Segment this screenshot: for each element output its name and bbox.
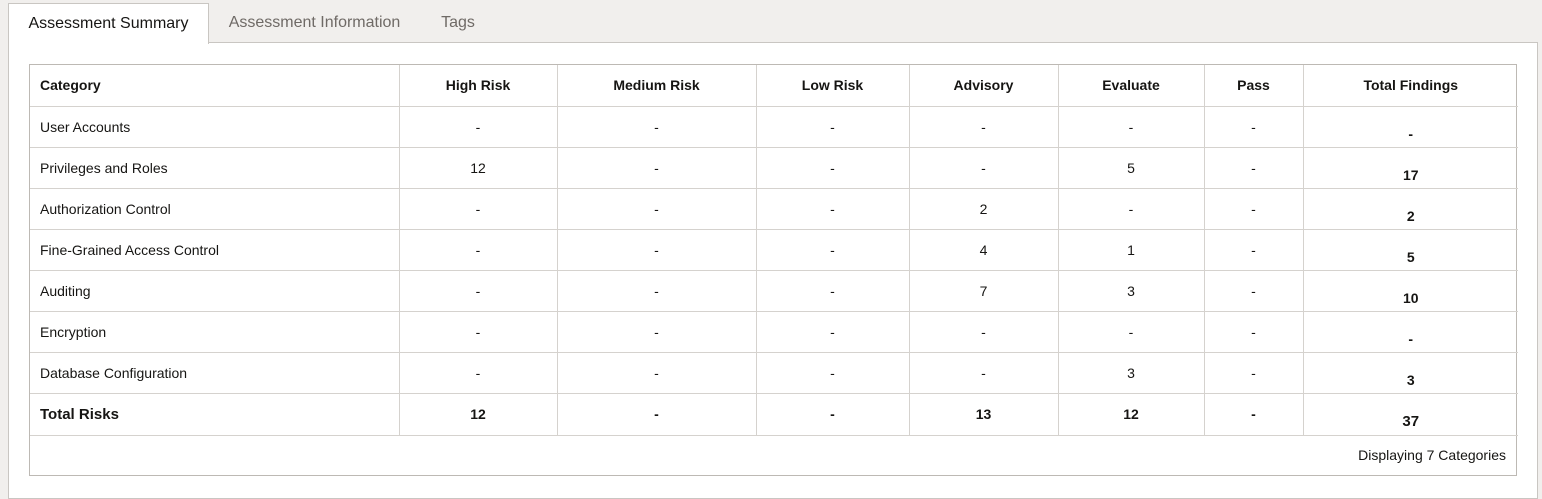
advisory-cell: - (908, 311, 1058, 353)
table-row[interactable]: User Accounts - - - - - - - (30, 106, 1518, 148)
total-evaluate: 12 (1057, 393, 1204, 436)
total-findings-cell: 5 (1302, 229, 1518, 271)
advisory-cell: 4 (908, 229, 1058, 271)
low-risk-cell: - (755, 106, 909, 148)
medium-risk-cell: - (556, 147, 756, 189)
low-risk-cell: - (755, 147, 909, 189)
medium-risk-cell: - (556, 106, 756, 148)
total-findings-cell: 10 (1302, 270, 1518, 312)
pass-cell: - (1203, 147, 1303, 189)
total-findings-cell: - (1302, 311, 1518, 353)
category-cell: Authorization Control (30, 188, 399, 230)
pass-cell: - (1203, 188, 1303, 230)
table-row[interactable]: Authorization Control - - - 2 - - 2 (30, 188, 1518, 230)
column-header-high-risk[interactable]: High Risk (398, 65, 557, 107)
high-risk-cell: - (398, 188, 557, 230)
tab-bar: Assessment Summary Assessment Informatio… (0, 0, 1542, 44)
evaluate-cell: - (1057, 188, 1204, 230)
total-low-risk: - (755, 393, 909, 436)
pass-cell: - (1203, 352, 1303, 394)
pass-cell: - (1203, 229, 1303, 271)
category-cell: User Accounts (30, 106, 399, 148)
total-pass: - (1203, 393, 1303, 436)
advisory-cell: - (908, 352, 1058, 394)
category-cell: Privileges and Roles (30, 147, 399, 189)
category-cell: Encryption (30, 311, 399, 353)
low-risk-cell: - (755, 352, 909, 394)
medium-risk-cell: - (556, 352, 756, 394)
column-header-low-risk[interactable]: Low Risk (755, 65, 909, 107)
high-risk-cell: - (398, 106, 557, 148)
pass-cell: - (1203, 270, 1303, 312)
high-risk-cell: - (398, 311, 557, 353)
medium-risk-cell: - (556, 311, 756, 353)
table-row[interactable]: Auditing - - - 7 3 - 10 (30, 270, 1518, 312)
medium-risk-cell: - (556, 188, 756, 230)
table-header-row: Category High Risk Medium Risk Low Risk … (30, 65, 1518, 107)
column-header-category[interactable]: Category (30, 65, 399, 107)
evaluate-cell: 1 (1057, 229, 1204, 271)
total-risks-row: Total Risks 12 - - 13 12 - 37 (30, 393, 1518, 436)
low-risk-cell: - (755, 311, 909, 353)
advisory-cell: 2 (908, 188, 1058, 230)
pass-cell: - (1203, 106, 1303, 148)
column-header-total-findings[interactable]: Total Findings (1302, 65, 1518, 107)
total-risks-label: Total Risks (30, 393, 399, 436)
column-header-pass[interactable]: Pass (1203, 65, 1303, 107)
table-row[interactable]: Fine-Grained Access Control - - - 4 1 - … (30, 229, 1518, 271)
total-findings-cell: 17 (1302, 147, 1518, 189)
evaluate-cell: - (1057, 106, 1204, 148)
grand-total-findings: 37 (1302, 393, 1518, 436)
total-medium-risk: - (556, 393, 756, 436)
total-advisory: 13 (908, 393, 1058, 436)
assessment-summary-panel: Category High Risk Medium Risk Low Risk … (8, 42, 1538, 499)
evaluate-cell: - (1057, 311, 1204, 353)
advisory-cell: - (908, 147, 1058, 189)
column-header-evaluate[interactable]: Evaluate (1057, 65, 1204, 107)
high-risk-cell: - (398, 229, 557, 271)
advisory-cell: 7 (908, 270, 1058, 312)
low-risk-cell: - (755, 188, 909, 230)
high-risk-cell: - (398, 352, 557, 394)
pass-cell: - (1203, 311, 1303, 353)
total-findings-cell: 3 (1302, 352, 1518, 394)
medium-risk-cell: - (556, 229, 756, 271)
total-findings-cell: 2 (1302, 188, 1518, 230)
total-findings-cell: - (1302, 106, 1518, 148)
evaluate-cell: 3 (1057, 352, 1204, 394)
table-row[interactable]: Encryption - - - - - - - (30, 311, 1518, 353)
evaluate-cell: 3 (1057, 270, 1204, 312)
tab-assessment-information[interactable]: Assessment Information (213, 3, 416, 43)
total-high-risk: 12 (398, 393, 557, 436)
evaluate-cell: 5 (1057, 147, 1204, 189)
category-cell: Auditing (30, 270, 399, 312)
high-risk-cell: - (398, 270, 557, 312)
low-risk-cell: - (755, 229, 909, 271)
medium-risk-cell: - (556, 270, 756, 312)
table-row[interactable]: Database Configuration - - - - 3 - 3 (30, 352, 1518, 394)
high-risk-cell: 12 (398, 147, 557, 189)
summary-table: Category High Risk Medium Risk Low Risk … (30, 65, 1518, 436)
table-row[interactable]: Privileges and Roles 12 - - - 5 - 17 (30, 147, 1518, 189)
tab-assessment-summary[interactable]: Assessment Summary (8, 3, 209, 44)
column-header-medium-risk[interactable]: Medium Risk (556, 65, 756, 107)
tab-tags[interactable]: Tags (424, 3, 492, 43)
category-cell: Fine-Grained Access Control (30, 229, 399, 271)
category-cell: Database Configuration (30, 352, 399, 394)
column-header-advisory[interactable]: Advisory (908, 65, 1058, 107)
advisory-cell: - (908, 106, 1058, 148)
category-count-status: Displaying 7 Categories (1358, 447, 1506, 463)
summary-table-container: Category High Risk Medium Risk Low Risk … (29, 64, 1518, 476)
low-risk-cell: - (755, 270, 909, 312)
